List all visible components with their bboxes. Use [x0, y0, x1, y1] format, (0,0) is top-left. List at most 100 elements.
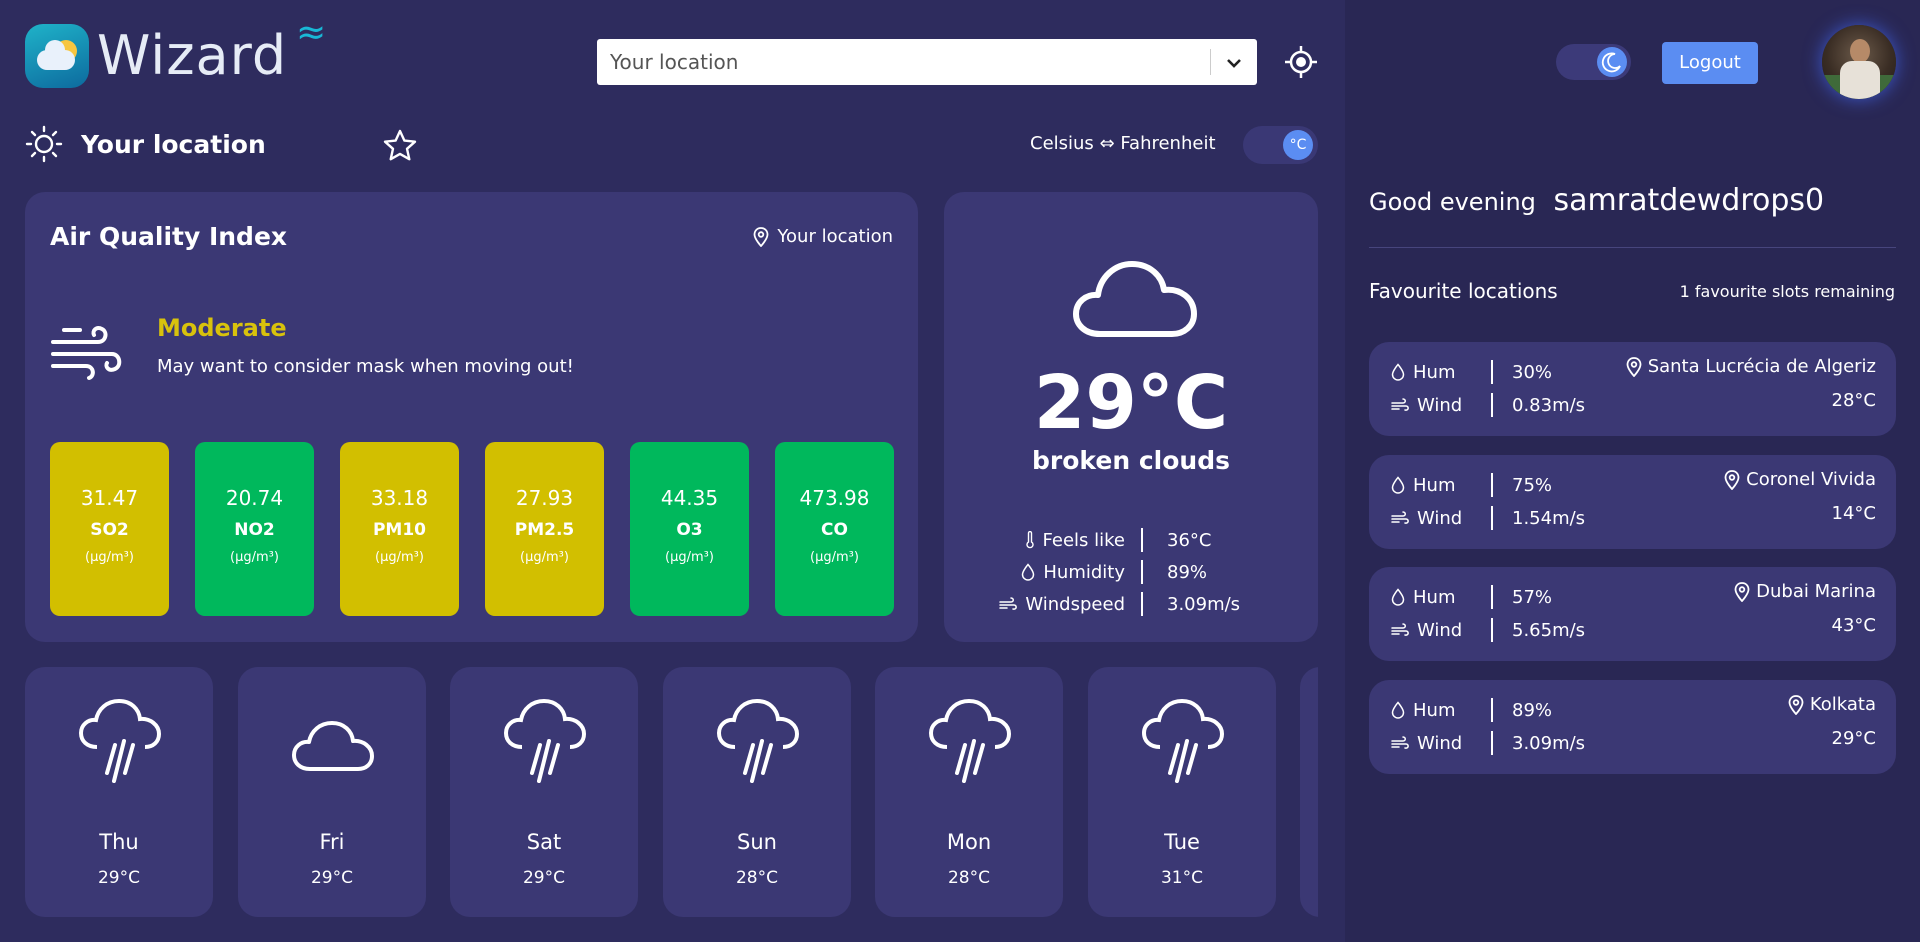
pollutant-pm25: 27.93 PM2.5 (μg/m³)	[485, 442, 604, 616]
forecast-day: Fri 29°C	[238, 667, 426, 917]
weather-logo-icon	[25, 24, 89, 88]
favourite-star-button[interactable]	[382, 128, 418, 164]
favourite-temp: 14°C	[1831, 503, 1876, 524]
forecast-day-temp: 29°C	[310, 868, 353, 888]
droplet-icon	[1391, 363, 1405, 381]
forecast-day: Sat 29°C	[450, 667, 638, 917]
forecast-list[interactable]: Thu 29°C Fri 29°C Sat 29°C Sun 28°C Mon …	[25, 667, 1318, 917]
username: samratdewdrops0	[1553, 183, 1825, 218]
cloud-icon	[292, 721, 374, 771]
aqi-title: Air Quality Index	[50, 222, 288, 251]
wave-icon: ≈	[296, 12, 328, 53]
pollutant-pm10: 33.18 PM10 (μg/m³)	[340, 442, 459, 616]
forecast-day-temp: 28°C	[947, 868, 990, 888]
location-select[interactable]: Your location	[597, 39, 1257, 85]
forecast-day: Mon 28°C	[875, 667, 1063, 917]
aqi-message: May want to consider mask when moving ou…	[157, 356, 574, 377]
divider	[1369, 247, 1896, 248]
star-icon	[383, 129, 417, 161]
air-quality-card: Air Quality Index Your location Moderate…	[25, 192, 918, 642]
forecast-day-name: Sun	[737, 830, 777, 854]
forecast-day-temp: 29°C	[522, 868, 565, 888]
droplet-icon	[1022, 563, 1035, 581]
wind-icon	[1391, 623, 1409, 636]
moon-icon	[1597, 47, 1627, 77]
location-title: Your location	[81, 129, 266, 159]
rain-icon	[1141, 698, 1225, 783]
crosshair-icon	[1285, 46, 1317, 78]
metric-humidity: Humidity 89%	[984, 556, 1284, 588]
map-pin-icon	[754, 226, 769, 247]
rain-icon	[78, 698, 162, 783]
forecast-day-temp: 31°C	[1160, 868, 1203, 888]
favourites-title: Favourite locations	[1369, 279, 1558, 303]
wind-icon	[1391, 511, 1409, 524]
pollutant-no2: 20.74 NO2 (μg/m³)	[195, 442, 314, 616]
chevron-down-icon[interactable]	[1211, 52, 1257, 73]
locate-me-button[interactable]	[1284, 45, 1318, 79]
wind-icon	[999, 597, 1018, 610]
map-pin-icon	[1788, 694, 1804, 715]
rain-icon	[928, 698, 1012, 783]
metric-windspeed: Windspeed 3.09m/s	[984, 588, 1284, 620]
current-metrics: Feels like 36°C Humidity 89% Windspeed 3…	[984, 524, 1284, 620]
wind-icon	[51, 326, 122, 380]
thermometer-icon	[1025, 531, 1034, 549]
pollutant-list: 31.47 SO2 (μg/m³) 20.74 NO2 (μg/m³) 33.18 PM1…	[50, 442, 894, 616]
rain-icon	[716, 698, 800, 783]
favourite-place: Coronel Vivida	[1746, 469, 1876, 490]
forecast-day: Thu 29°C	[25, 667, 213, 917]
forecast-day-name: Thu	[99, 830, 139, 854]
current-temperature: 29°C	[1033, 360, 1229, 446]
cloud-icon	[1073, 261, 1197, 337]
rain-icon	[503, 698, 587, 783]
logout-button[interactable]: Logout	[1662, 42, 1758, 84]
favourite-slots-remaining: 1 favourite slots remaining	[1679, 282, 1895, 301]
forecast-day: Tue 31°C	[1088, 667, 1276, 917]
favourite-place: Dubai Marina	[1756, 581, 1876, 602]
droplet-icon	[1391, 588, 1405, 606]
favourite-location-card[interactable]: Hum 30% Wind 0.83m/s Santa Lucrécia de Alg…	[1369, 342, 1896, 436]
map-pin-icon	[1724, 469, 1740, 490]
pollutant-co: 473.98 CO (μg/m³)	[775, 442, 894, 616]
wind-icon	[1391, 736, 1409, 749]
current-weather-card: 29°C broken clouds Feels like 36°C Humid…	[944, 192, 1318, 642]
avatar[interactable]	[1822, 25, 1896, 99]
app-logo: Wizard ≈	[25, 12, 328, 88]
unit-toggle[interactable]: °C	[1243, 126, 1318, 164]
forecast-day-name: Mon	[946, 830, 992, 854]
map-pin-icon	[1734, 581, 1750, 602]
app-name: Wizard ≈	[97, 12, 328, 87]
forecast-day-name: Tue	[1164, 830, 1200, 854]
aqi-level: Moderate	[157, 314, 287, 342]
forecast-day-temp: 28°C	[735, 868, 778, 888]
greeting-text: Good evening	[1369, 188, 1536, 216]
favourite-place: Kolkata	[1809, 694, 1876, 715]
favourite-place: Santa Lucrécia de Algeriz	[1647, 356, 1876, 377]
favourite-location-card[interactable]: Hum 75% Wind 1.54m/s Coronel Vivida 14°C	[1369, 455, 1896, 549]
favourite-location-card[interactable]: Hum 57% Wind 5.65m/s Dubai Marina 43°C	[1369, 567, 1896, 661]
favourite-temp: 43°C	[1831, 615, 1876, 636]
pollutant-o3: 44.35 O3 (μg/m³)	[630, 442, 749, 616]
pollutant-so2: 31.47 SO2 (μg/m³)	[50, 442, 169, 616]
location-header: Your location	[25, 125, 266, 163]
droplet-icon	[1391, 476, 1405, 494]
forecast-day-name: Sat	[526, 830, 562, 854]
metric-feels-like: Feels like 36°C	[984, 524, 1284, 556]
favourite-temp: 29°C	[1831, 728, 1876, 749]
favourite-location-card[interactable]: Hum 89% Wind 3.09m/s Kolkata 29°C	[1369, 680, 1896, 774]
greeting: Good evening samratdewdrops0	[1369, 183, 1824, 218]
unit-switch-label: Celsius ⇔ Fahrenheit	[1030, 133, 1216, 154]
dark-mode-toggle[interactable]	[1556, 44, 1631, 80]
forecast-day: Sun 28°C	[663, 667, 851, 917]
current-condition: broken clouds	[1032, 446, 1230, 475]
forecast-day-temp: 29°C	[97, 868, 140, 888]
location-select-value: Your location	[610, 50, 739, 74]
map-pin-icon	[1626, 356, 1642, 377]
sun-icon	[25, 125, 63, 163]
main-panel: Wizard ≈ Your location Your location Cel…	[0, 0, 1345, 942]
wind-icon	[1391, 398, 1409, 411]
forecast-day-name: Fri	[319, 830, 345, 854]
droplet-icon	[1391, 701, 1405, 719]
aqi-location: Your location	[753, 226, 893, 247]
